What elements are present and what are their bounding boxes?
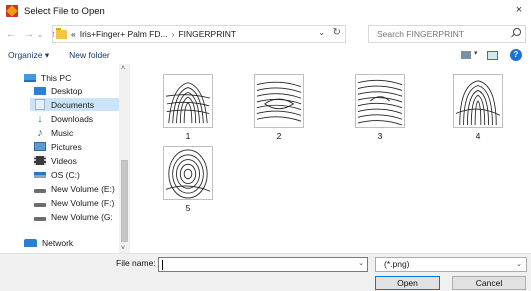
- sidebar-item-desktop[interactable]: Desktop: [34, 84, 119, 97]
- documents-icon: [35, 99, 45, 110]
- scrollbar-thumb[interactable]: [121, 160, 128, 242]
- sidebar-item-music[interactable]: ♪ Music: [34, 126, 119, 139]
- sidebar-item-label: Videos: [51, 155, 77, 166]
- close-icon[interactable]: ×: [513, 4, 525, 16]
- address-bar[interactable]: « Iris+Finger+ Palm FD... › FINGERPRINT …: [52, 25, 346, 43]
- network-icon: [24, 238, 37, 247]
- desktop-icon: [34, 86, 46, 95]
- scroll-down-arrow-icon[interactable]: ˅: [121, 245, 125, 252]
- sidebar-item-downloads[interactable]: ↓ Downloads: [34, 112, 119, 125]
- search-input[interactable]: Search FINGERPRINT: [368, 25, 526, 43]
- file-name-label: File name:: [116, 258, 156, 268]
- file-item[interactable]: 5: [157, 140, 221, 218]
- scroll-up-arrow-icon[interactable]: ˄: [121, 65, 125, 72]
- file-name: 4: [475, 131, 481, 141]
- sidebar-item-label: This PC: [41, 72, 72, 83]
- file-type-dropdown-icon[interactable]: ⌄: [516, 258, 522, 271]
- organize-button[interactable]: Organize ▾: [8, 50, 49, 61]
- sidebar-item-label: OS (C:): [51, 169, 80, 180]
- sidebar-item-label: Pictures: [51, 141, 82, 152]
- title-bar: Select File to Open ×: [0, 0, 531, 22]
- film-icon: [34, 156, 46, 165]
- file-name: 2: [276, 131, 282, 141]
- folder-icon: [56, 27, 67, 39]
- sidebar-item-this-pc[interactable]: This PC: [24, 71, 119, 84]
- music-note-icon: ♪: [37, 126, 43, 139]
- search-placeholder: Search FINGERPRINT: [377, 29, 464, 39]
- fingerprint-thumbnail: [453, 74, 503, 128]
- fingerprint-thumbnail: [163, 74, 213, 128]
- sidebar-scrollbar[interactable]: ˄ ˅: [119, 64, 130, 253]
- sidebar-item-os-c[interactable]: OS (C:): [34, 168, 119, 181]
- file-item[interactable]: 2: [248, 68, 312, 146]
- sidebar-item-network[interactable]: Network: [24, 236, 119, 249]
- sidebar-item-label: Documents: [51, 99, 94, 110]
- breadcrumb-separator-icon[interactable]: ›: [172, 29, 175, 39]
- preview-pane-icon[interactable]: [487, 51, 498, 60]
- cancel-button[interactable]: Cancel: [452, 276, 526, 290]
- text-caret: [162, 260, 163, 270]
- breadcrumb-parent[interactable]: Iris+Finger+ Palm FD...: [80, 29, 168, 39]
- computer-icon: [24, 73, 36, 82]
- drive-icon: [34, 216, 46, 221]
- forward-arrow-icon[interactable]: →: [22, 29, 36, 40]
- command-bar: Organize ▾ New folder ▾ ?: [0, 46, 531, 64]
- search-icon: [513, 28, 521, 36]
- sidebar-item-documents[interactable]: Documents: [30, 98, 119, 111]
- sidebar-item-label: New Volume (E:): [51, 183, 115, 194]
- back-arrow-icon[interactable]: ←: [4, 29, 18, 40]
- pictures-icon: [34, 142, 46, 151]
- fingerprint-thumbnail: [163, 146, 213, 200]
- drive-icon: [34, 188, 46, 193]
- download-arrow-icon: ↓: [37, 112, 43, 125]
- file-name-dropdown-icon[interactable]: ⌄: [358, 259, 364, 267]
- sidebar-item-volume-f[interactable]: New Volume (F:): [34, 196, 119, 209]
- refresh-icon[interactable]: ↻: [333, 27, 341, 38]
- sidebar-item-videos[interactable]: Videos: [34, 154, 119, 167]
- fingerprint-thumbnail: [254, 74, 304, 128]
- sidebar-item-volume-g[interactable]: New Volume (G:: [34, 210, 119, 223]
- file-name-input[interactable]: ⌄: [158, 257, 368, 272]
- drive-icon: [34, 202, 46, 207]
- sidebar-item-label: New Volume (G:: [51, 211, 113, 222]
- file-name: 3: [377, 131, 383, 141]
- navigation-row: ← → ⌄ ↑ « Iris+Finger+ Palm FD... › FING…: [0, 22, 531, 46]
- sidebar-item-label: Desktop: [51, 85, 83, 96]
- new-folder-button[interactable]: New folder: [69, 50, 110, 60]
- file-item[interactable]: 1: [157, 68, 221, 146]
- windows-drive-icon: [34, 171, 46, 178]
- file-name: 5: [185, 203, 191, 213]
- recent-locations-chevron-icon[interactable]: ⌄: [36, 30, 44, 39]
- sidebar-item-volume-e[interactable]: New Volume (E:): [34, 182, 119, 195]
- change-view-icon[interactable]: [461, 51, 471, 59]
- navigation-pane: This PC Desktop Documents ↓ Downloads ♪ …: [0, 64, 133, 253]
- file-list: 1 2 3 4 5: [138, 64, 531, 253]
- sidebar-item-label: New Volume (F:): [51, 197, 115, 208]
- help-icon[interactable]: ?: [510, 49, 522, 61]
- matlab-app-icon: [6, 5, 18, 17]
- file-item[interactable]: 4: [447, 68, 511, 146]
- view-options-dropdown-icon[interactable]: ▾: [474, 49, 478, 57]
- open-button[interactable]: Open: [375, 276, 440, 290]
- sidebar-item-label: Downloads: [51, 113, 94, 124]
- sidebar-item-label: Network: [42, 237, 74, 248]
- sidebar-item-label: Music: [51, 127, 74, 138]
- breadcrumb-current[interactable]: FINGERPRINT: [178, 29, 236, 39]
- window-title: Select File to Open: [24, 5, 105, 17]
- file-item[interactable]: 3: [349, 68, 413, 146]
- fingerprint-thumbnail: [355, 74, 405, 128]
- sidebar-item-pictures[interactable]: Pictures: [34, 140, 119, 153]
- breadcrumb-overflow[interactable]: «: [71, 29, 76, 39]
- dialog-footer: File name: ⌄ (*.png) ⌄ Open Cancel: [0, 253, 531, 291]
- file-type-value: (*.png): [384, 259, 410, 269]
- address-dropdown-icon[interactable]: ⌄: [318, 28, 325, 37]
- file-type-select[interactable]: (*.png) ⌄: [375, 257, 527, 272]
